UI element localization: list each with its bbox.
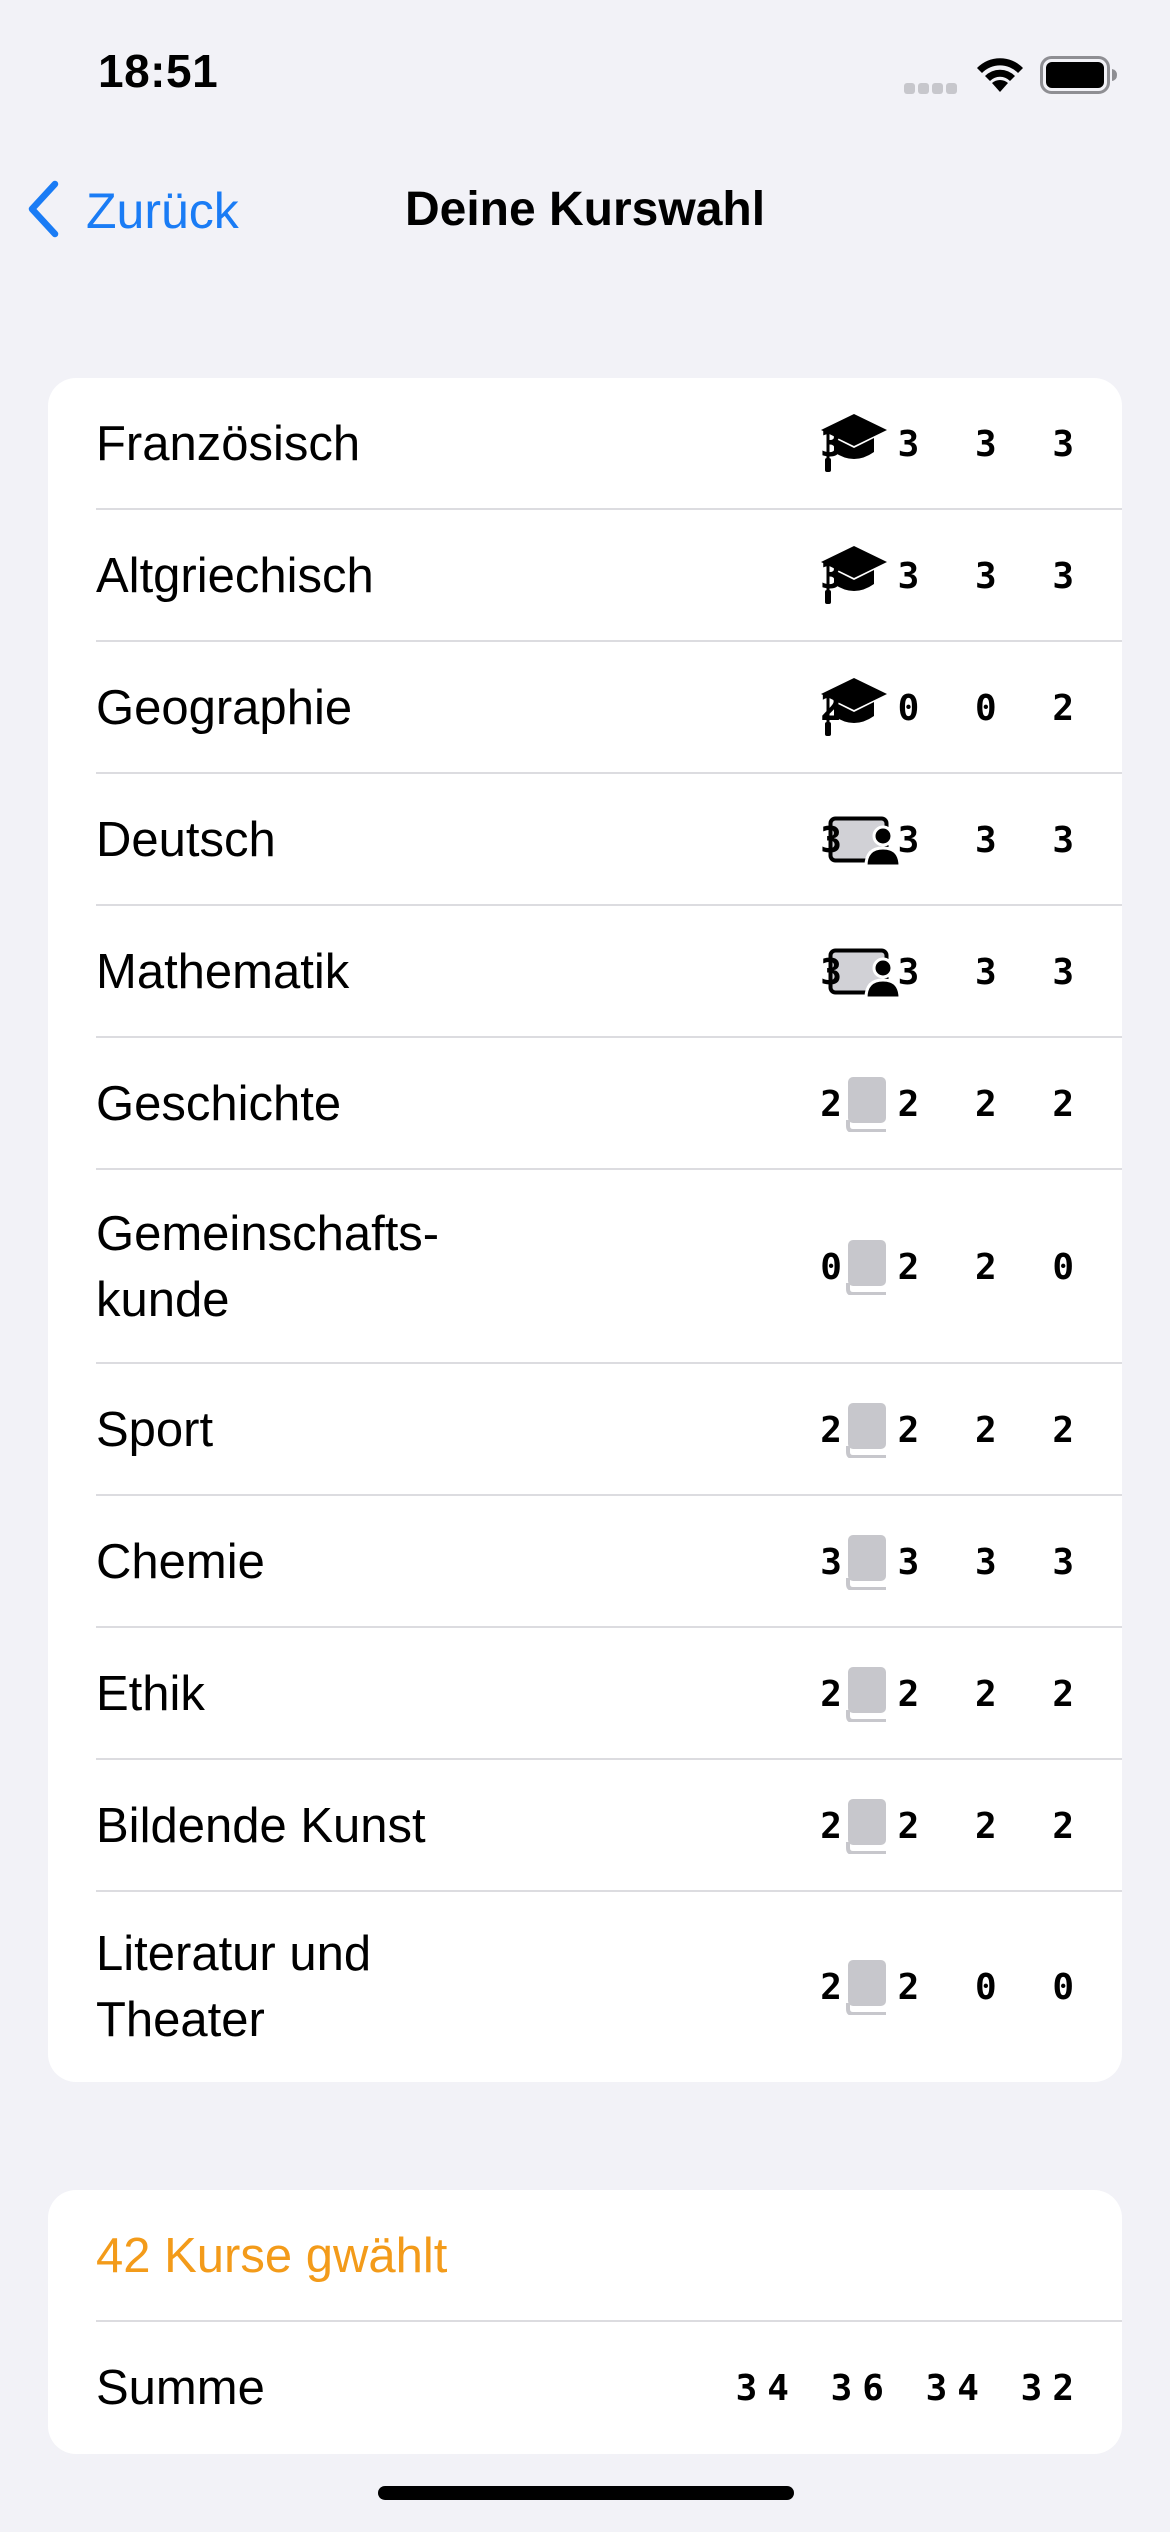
course-hours: 3 3 3 3 xyxy=(820,819,1091,861)
course-hours: 3 3 3 3 xyxy=(820,1541,1091,1583)
sum-row: Summe 34 36 34 32 xyxy=(48,2322,1122,2454)
course-row[interactable]: Geographie 2 0 0 2 xyxy=(48,642,1122,774)
course-name: Französisch xyxy=(96,417,361,471)
course-hours: 2 2 2 2 xyxy=(820,1409,1091,1451)
course-name: Sport xyxy=(96,1403,214,1457)
course-hours: 0 2 2 0 xyxy=(820,1246,1091,1288)
course-name: Gemeinschafts- kunde xyxy=(96,1207,440,1327)
course-hours: 2 2 2 2 xyxy=(820,1673,1091,1715)
course-hours: 3 3 3 3 xyxy=(820,555,1091,597)
course-list: Französisch 3 3 3 3 Altgriechisch 3 3 3 … xyxy=(48,378,1122,2082)
course-row[interactable]: Sport 2 2 2 2 xyxy=(48,1364,1122,1496)
course-row[interactable]: Bildende Kunst 2 2 2 2 xyxy=(48,1760,1122,1892)
course-hours: 2 2 2 2 xyxy=(820,1805,1091,1847)
course-row[interactable]: Französisch 3 3 3 3 xyxy=(48,378,1122,510)
course-row[interactable]: Geschichte 2 2 2 2 xyxy=(48,1038,1122,1170)
course-hours: 2 2 0 0 xyxy=(820,1966,1091,2008)
course-hours: 2 2 2 2 xyxy=(820,1083,1091,1125)
battery-icon xyxy=(1040,56,1118,99)
course-hours: 3 3 3 3 xyxy=(820,423,1091,465)
status-time: 18:51 xyxy=(98,45,219,97)
course-row[interactable]: Deutsch 3 3 3 3 xyxy=(48,774,1122,906)
course-name: Geschichte xyxy=(96,1077,342,1131)
sum-values: 34 36 34 32 xyxy=(735,2367,1084,2409)
course-name: Altgriechisch xyxy=(96,549,374,603)
navigation-bar: Zurück Deine Kurswahl xyxy=(0,160,1170,260)
course-row[interactable]: Altgriechisch 3 3 3 3 xyxy=(48,510,1122,642)
cellular-signal-icon xyxy=(904,82,960,100)
course-row[interactable]: Gemeinschafts- kunde 0 2 2 0 xyxy=(48,1170,1122,1364)
selection-status: 42 Kurse gwählt xyxy=(96,2229,448,2283)
page-title: Deine Kurswahl xyxy=(404,183,766,236)
course-name: Literatur und Theater xyxy=(96,1927,372,2047)
course-name: Deutsch xyxy=(96,813,276,867)
sum-label: Summe xyxy=(96,2361,265,2415)
selection-status-row: 42 Kurse gwählt xyxy=(48,2190,1122,2322)
course-name: Ethik xyxy=(96,1667,205,1721)
course-row[interactable]: Literatur und Theater 2 2 0 0 xyxy=(48,1892,1122,2082)
course-name: Geographie xyxy=(96,681,353,735)
status-bar: 18:51 xyxy=(0,0,1170,150)
course-name: Mathematik xyxy=(96,945,350,999)
course-row[interactable]: Mathematik 3 3 3 3 xyxy=(48,906,1122,1038)
course-name: Chemie xyxy=(96,1535,265,1589)
wifi-icon xyxy=(972,54,1028,99)
course-hours: 2 0 0 2 xyxy=(820,687,1091,729)
course-hours: 3 3 3 3 xyxy=(820,951,1091,993)
course-row[interactable]: Ethik 2 2 2 2 xyxy=(48,1628,1122,1760)
course-row[interactable]: Chemie 3 3 3 3 xyxy=(48,1496,1122,1628)
course-name: Bildende Kunst xyxy=(96,1799,426,1853)
summary-card: 42 Kurse gwählt Summe 34 36 34 32 xyxy=(48,2190,1122,2454)
home-indicator[interactable] xyxy=(378,2486,794,2500)
